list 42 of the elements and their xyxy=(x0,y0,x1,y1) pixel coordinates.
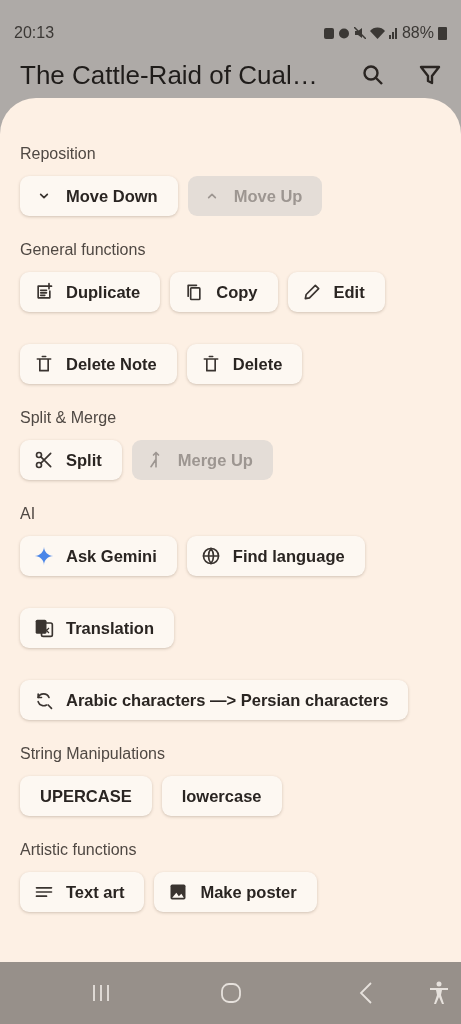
action-chip[interactable]: UPERCASE xyxy=(20,776,152,816)
back-icon[interactable] xyxy=(359,982,373,1004)
trash-icon xyxy=(34,354,54,374)
status-time: 20:13 xyxy=(14,23,55,43)
section-heading: General functions xyxy=(20,240,147,260)
section-heading: AI xyxy=(20,504,37,524)
mute-icon xyxy=(353,27,366,39)
sparkle-icon xyxy=(34,546,54,566)
battery-icon xyxy=(438,26,447,40)
action-chip[interactable]: Delete xyxy=(186,344,303,384)
home-icon[interactable] xyxy=(220,982,242,1004)
section-heading: Split & Merge xyxy=(20,408,118,428)
action-chip[interactable]: Text art xyxy=(20,872,145,912)
action-chip[interactable]: Arabic characters —> Persian characters xyxy=(20,680,409,720)
section-heading: Artistic functions xyxy=(20,840,138,860)
action-chip[interactable]: Copy xyxy=(170,272,278,312)
note-add-icon xyxy=(34,282,54,302)
search-icon[interactable] xyxy=(361,63,385,87)
globe-icon xyxy=(200,546,221,566)
note-title: The Cattle-Raid of Cual… xyxy=(20,58,318,92)
action-chip[interactable]: Split xyxy=(20,440,122,480)
battery-percent: 88% xyxy=(401,23,434,43)
action-chip[interactable]: lowercase xyxy=(161,776,282,816)
action-chip[interactable]: Delete Note xyxy=(20,344,177,384)
refresh-search-icon xyxy=(34,690,54,710)
recent-apps-icon[interactable] xyxy=(91,983,111,1003)
action-chip[interactable]: Move Down xyxy=(20,176,178,216)
filter-icon[interactable] xyxy=(419,64,441,86)
image-icon xyxy=(168,882,189,902)
section-heading: String Manipulations xyxy=(20,744,166,764)
section-heading: Reposition xyxy=(20,144,97,164)
translate-icon xyxy=(34,618,54,638)
action-chip[interactable]: Find language xyxy=(186,536,365,576)
action-chip[interactable]: Duplicate xyxy=(20,272,161,312)
action-chip[interactable]: Make poster xyxy=(154,872,317,912)
accessibility-icon[interactable] xyxy=(429,981,449,1005)
action-chip[interactable]: Translation xyxy=(20,608,175,648)
signal-icon xyxy=(388,27,398,39)
wifi-icon xyxy=(369,27,385,39)
action-chip[interactable]: Ask Gemini xyxy=(20,536,177,576)
action-chip[interactable]: Edit xyxy=(287,272,385,312)
scissors-icon xyxy=(34,450,54,470)
